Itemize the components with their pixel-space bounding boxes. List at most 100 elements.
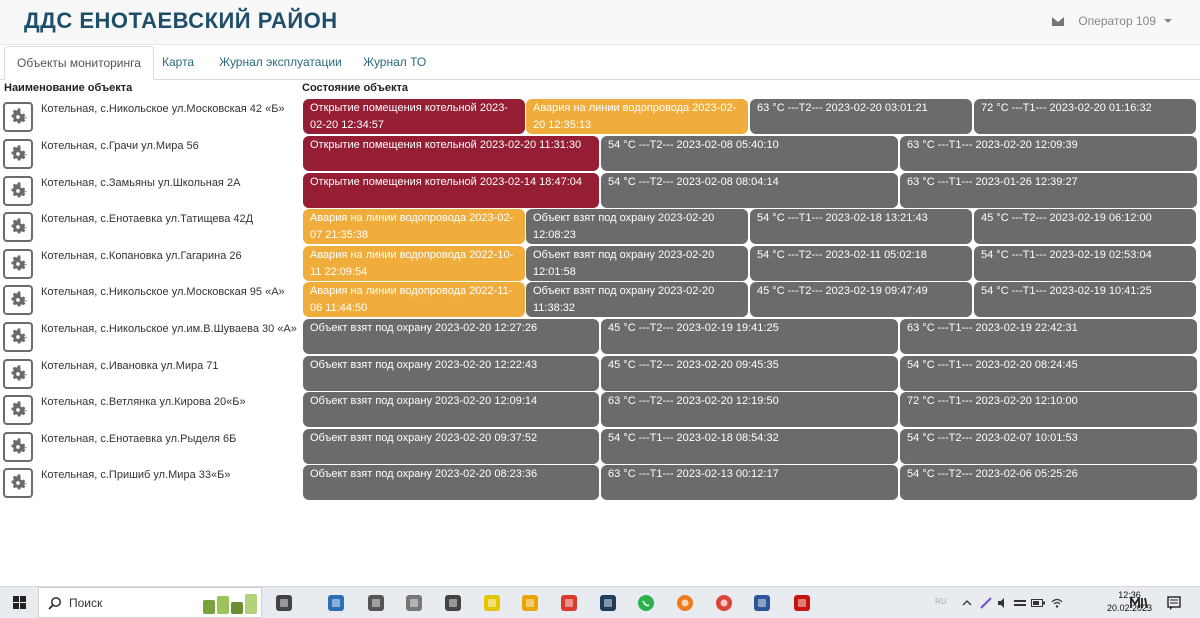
- gear-icon[interactable]: [3, 176, 33, 206]
- status-cell[interactable]: Открытие помещения котельной 2023-02-20 …: [303, 99, 525, 134]
- status-cell[interactable]: 63 °C ---T2--- 2023-02-20 12:19:50: [601, 392, 898, 427]
- status-cell[interactable]: 63 °C ---T1--- 2023-02-20 12:09:39: [900, 136, 1197, 171]
- object-name[interactable]: Котельная, с.Ивановка ул.Мира 71: [41, 358, 299, 375]
- status-cell[interactable]: 54 °C ---T1--- 2023-02-18 08:54:32: [601, 429, 898, 464]
- status-cell[interactable]: 54 °C ---T2--- 2023-02-07 10:01:53: [900, 429, 1197, 464]
- settings-app-icon[interactable]: [437, 587, 469, 618]
- status-cell[interactable]: 45 °C ---T2--- 2023-02-19 19:41:25: [601, 319, 898, 354]
- object-name[interactable]: Котельная, с.Грачи ул.Мира 56: [41, 138, 299, 155]
- status-cell[interactable]: Объект взят под охрану 2023-02-20 12:27:…: [303, 319, 599, 354]
- status-cell[interactable]: Авария на линии водопровода 2022-10-11 2…: [303, 246, 525, 281]
- table-row: Котельная, с.Копановка ул.Гагарина 26 Ава…: [0, 246, 1200, 283]
- status-cell[interactable]: 63 °C ---T1--- 2023-02-13 00:12:17: [601, 465, 898, 500]
- gear-icon[interactable]: [3, 468, 33, 498]
- status-cell[interactable]: Объект взят под охрану 2023-02-20 12:22:…: [303, 356, 599, 391]
- usb-app-icon[interactable]: [398, 587, 430, 618]
- object-name[interactable]: Котельная, с.Енотаевка ул.Рыделя 6Б: [41, 431, 299, 448]
- status-cell[interactable]: 45 °C ---T2--- 2023-02-19 09:47:49: [750, 282, 972, 317]
- table-row: Котельная, с.Никольское ул.Московская 95…: [0, 282, 1200, 319]
- status-cell[interactable]: 54 °C ---T2--- 2023-02-08 08:04:14: [601, 173, 898, 208]
- operator-menu[interactable]: Оператор 109: [1052, 14, 1172, 28]
- gear-icon[interactable]: [3, 432, 33, 462]
- status-cell[interactable]: Объект взят под охрану 2023-02-20 12:01:…: [526, 246, 748, 281]
- gear-icon[interactable]: [3, 212, 33, 242]
- anydesk-app-icon[interactable]: [553, 587, 585, 618]
- gear-icon[interactable]: [3, 102, 33, 132]
- chrome-app-icon[interactable]: [708, 587, 740, 618]
- object-name[interactable]: Котельная, с.Енотаевка ул.Татищева 42Д: [41, 211, 299, 228]
- object-name[interactable]: Котельная, с.Пришиб ул.Мира 33«Б»: [41, 467, 299, 484]
- windows-start-button[interactable]: [6, 587, 34, 618]
- gear-icon[interactable]: [3, 249, 33, 279]
- column-header-state: Состояние объекта: [302, 82, 408, 94]
- status-cell[interactable]: 54 °C ---T1--- 2023-02-19 10:41:25: [974, 282, 1196, 317]
- battery-icon[interactable]: [1030, 587, 1046, 618]
- scanner-app-icon[interactable]: [360, 587, 392, 618]
- tab-monitoring-objects[interactable]: Объекты мониторинга: [4, 46, 154, 80]
- object-name[interactable]: Котельная, с.Копановка ул.Гагарина 26: [41, 248, 299, 265]
- object-name[interactable]: Котельная, с.Никольское ул.Московская 95…: [41, 284, 299, 301]
- status-cell[interactable]: 54 °C ---T1--- 2023-02-19 02:53:04: [974, 246, 1196, 281]
- status-cell[interactable]: Объект взят под охрану 2023-02-20 08:23:…: [303, 465, 599, 500]
- status-cell[interactable]: Объект взят под охрану 2023-02-20 11:38:…: [526, 282, 748, 317]
- task-view-icon[interactable]: [268, 587, 300, 618]
- search-label: Поиск: [69, 596, 103, 610]
- app-badge-icon[interactable]: [1128, 587, 1150, 618]
- status-cell[interactable]: Авария на линии водопровода 2023-02-07 2…: [303, 209, 525, 244]
- pen-icon[interactable]: [978, 587, 994, 618]
- tab-operation-log[interactable]: Журнал эксплуатации: [219, 46, 342, 78]
- gear-icon[interactable]: [3, 359, 33, 389]
- object-name[interactable]: Котельная, с.Замьяны ул.Школьная 2А: [41, 175, 299, 192]
- volume-icon[interactable]: [995, 587, 1011, 618]
- firefox-app-icon[interactable]: [669, 587, 701, 618]
- status-cell[interactable]: 72 °C ---T1--- 2023-02-20 12:10:00: [900, 392, 1197, 427]
- status-cell[interactable]: 72 °C ---T1--- 2023-02-20 01:16:32: [974, 99, 1196, 134]
- status-cell[interactable]: 54 °C ---T1--- 2023-02-20 08:24:45: [900, 356, 1197, 391]
- chevron-up-icon[interactable]: [957, 587, 977, 618]
- word-app-icon[interactable]: [746, 587, 778, 618]
- chevron-down-icon[interactable]: [1164, 19, 1172, 23]
- mail-app-icon[interactable]: [320, 587, 352, 618]
- gear-icon[interactable]: [3, 322, 33, 352]
- status-cell[interactable]: 54 °C ---T1--- 2023-02-18 13:21:43: [750, 209, 972, 244]
- status-cell[interactable]: Объект взят под охрану 2023-02-20 12:09:…: [303, 392, 599, 427]
- gear-icon[interactable]: [3, 395, 33, 425]
- status-cell[interactable]: 54 °C ---T2--- 2023-02-06 05:25:26: [900, 465, 1197, 500]
- notifications-icon[interactable]: [1162, 587, 1186, 618]
- status-cell[interactable]: 54 °C ---T2--- 2023-02-11 05:02:18: [750, 246, 972, 281]
- taskbar-search[interactable]: Поиск: [38, 587, 262, 618]
- wifi-icon[interactable]: [1048, 587, 1066, 618]
- sticky-notes-app-icon[interactable]: [476, 587, 508, 618]
- status-cell[interactable]: Авария на линии водопровода 2023-02-20 1…: [526, 99, 748, 134]
- status-cell[interactable]: 63 °C ---T1--- 2023-01-26 12:39:27: [900, 173, 1197, 208]
- status-cell[interactable]: 63 °C ---T1--- 2023-02-19 22:42:31: [900, 319, 1197, 354]
- object-name[interactable]: Котельная, с.Никольское ул.Московская 42…: [41, 101, 299, 118]
- object-name[interactable]: Котельная, с.Никольское ул.им.В.Шуваева …: [41, 321, 299, 338]
- status-cell[interactable]: 45 °C ---T2--- 2023-02-20 09:45:35: [601, 356, 898, 391]
- acrobat-app-icon[interactable]: [786, 587, 818, 618]
- gear-icon[interactable]: [3, 285, 33, 315]
- search-icon: [48, 597, 61, 610]
- status-cell[interactable]: 45 °C ---T2--- 2023-02-19 06:12:00: [974, 209, 1196, 244]
- gear-icon[interactable]: [3, 139, 33, 169]
- tab-map[interactable]: Карта: [162, 46, 194, 78]
- operator-label[interactable]: Оператор 109: [1078, 14, 1156, 28]
- windows-logo-icon: [13, 595, 26, 609]
- status-cell[interactable]: 63 °C ---T2--- 2023-02-20 03:01:21: [750, 99, 972, 134]
- status-cell[interactable]: Объект взят под охрану 2023-02-20 12:08:…: [526, 209, 748, 244]
- status-cell[interactable]: Открытие помещения котельной 2023-02-20 …: [303, 136, 599, 171]
- network-icon[interactable]: [1012, 587, 1028, 618]
- status-cell[interactable]: Объект взят под охрану 2023-02-20 09:37:…: [303, 429, 599, 464]
- file-explorer-app-icon[interactable]: [514, 587, 546, 618]
- status-cell[interactable]: Открытие помещения котельной 2023-02-14 …: [303, 173, 599, 208]
- messenger-app-icon[interactable]: [592, 587, 624, 618]
- language-indicator[interactable]: RU: [935, 597, 947, 606]
- envelope-icon[interactable]: [1052, 16, 1065, 26]
- object-name[interactable]: Котельная, с.Ветлянка ул.Кирова 20«Б»: [41, 394, 299, 411]
- status-cell[interactable]: Авария на линии водопровода 2022-11-06 1…: [303, 282, 525, 317]
- status-cell[interactable]: 54 °C ---T2--- 2023-02-08 05:40:10: [601, 136, 898, 171]
- tab-bar: Объекты мониторинга Карта Журнал эксплуа…: [0, 46, 1200, 80]
- tab-maintenance-log[interactable]: Журнал ТО: [363, 46, 426, 78]
- whatsapp-app-icon[interactable]: [630, 587, 662, 618]
- windows-taskbar: Поиск RU 12:36 20.02.2023: [0, 586, 1200, 618]
